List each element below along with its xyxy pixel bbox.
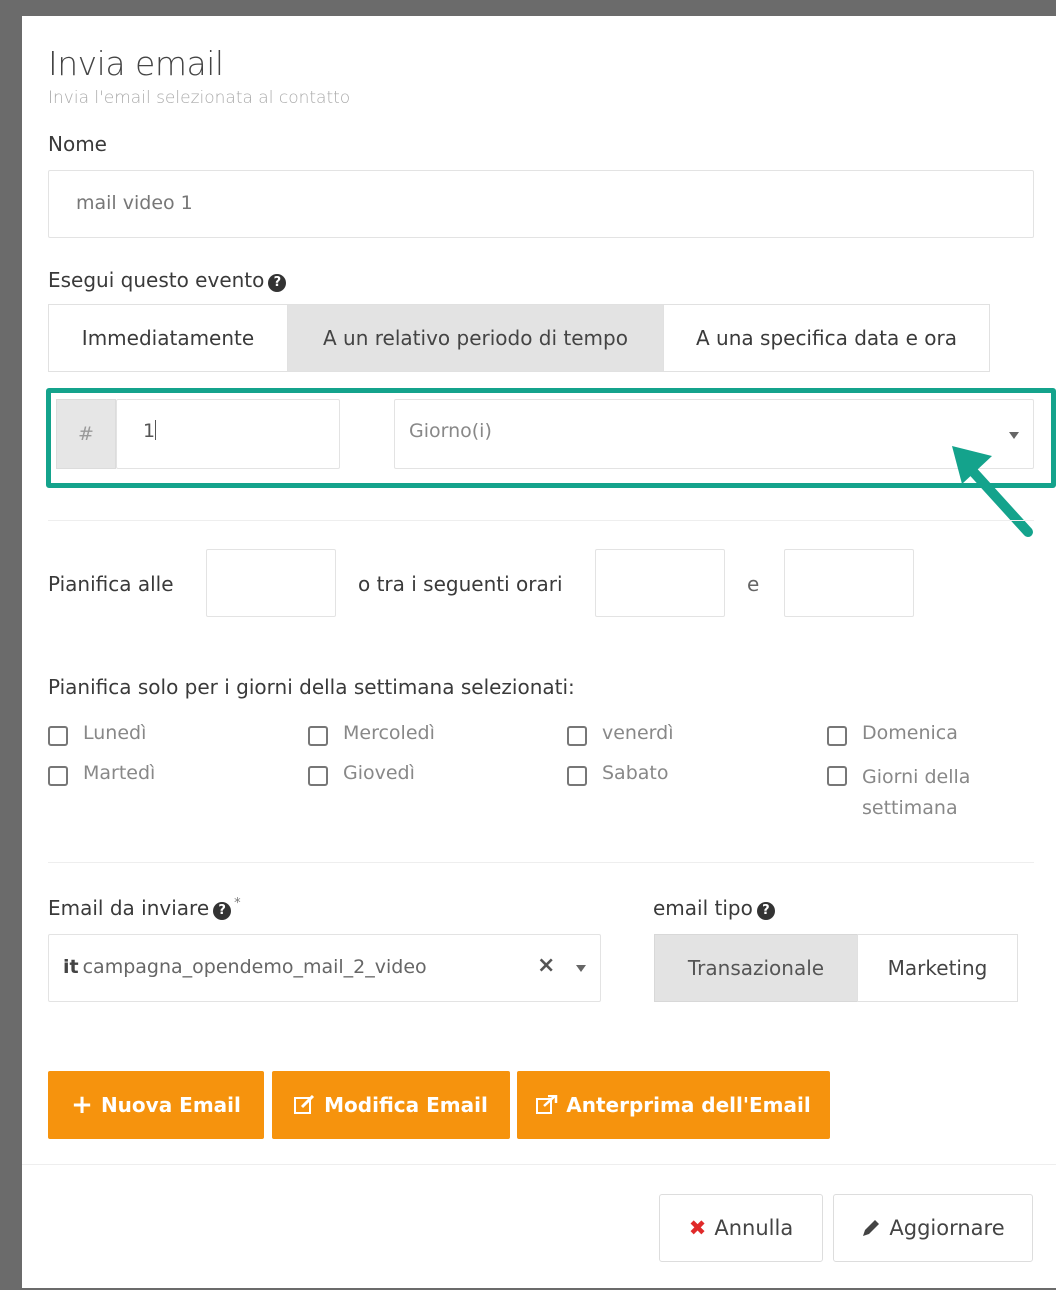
interval-number-input[interactable]: 1 (116, 399, 340, 469)
external-link-icon (536, 1095, 558, 1114)
trigger-label-text: Esegui questo evento (48, 268, 265, 292)
checkbox-mercoledi[interactable]: Mercoledì (308, 722, 435, 746)
help-icon[interactable]: ? (268, 274, 287, 292)
plus-icon: + (71, 1090, 93, 1120)
schedule-and-label: e (747, 572, 760, 596)
checkbox-label: Giovedì (343, 762, 415, 784)
required-mark: * (234, 896, 241, 911)
divider (48, 520, 1034, 521)
update-label: Aggiornare (889, 1216, 1005, 1240)
name-input[interactable]: mail video 1 (48, 170, 1034, 238)
checkbox-label: Mercoledì (343, 722, 435, 744)
email-to-send-label: Email da inviare? * (48, 896, 241, 920)
cancel-button[interactable]: ✖ Annulla (659, 1194, 823, 1262)
checkbox-label: Lunedì (83, 722, 147, 744)
help-icon[interactable]: ? (756, 902, 775, 920)
hash-addon-text: # (78, 423, 94, 445)
email-type-label-text: email tipo (653, 896, 753, 920)
tab-specific-date-label: A una specifica data e ora (696, 326, 957, 350)
schedule-start-time-input[interactable] (595, 549, 725, 617)
trigger-label: Esegui questo evento? (48, 268, 287, 292)
edit-email-button[interactable]: Modifica Email (272, 1071, 510, 1139)
checkbox-label: Giorni della settimana (862, 762, 970, 824)
email-select-value: campagna_opendemo_mail_2_video (82, 956, 427, 978)
divider (48, 862, 1034, 863)
new-email-label: Nuova Email (100, 1093, 241, 1117)
modal-title: Invia email (48, 44, 224, 83)
edit-icon (294, 1095, 315, 1114)
checkbox-martedi[interactable]: Martedì (48, 762, 155, 786)
close-icon: ✖ (688, 1216, 707, 1240)
email-type-marketing-label: Marketing (887, 956, 988, 980)
preview-email-button[interactable]: Anterprima dell'Email (517, 1071, 830, 1139)
checkbox-icon[interactable] (308, 766, 328, 786)
pencil-icon (863, 1220, 880, 1236)
schedule-end-time-input[interactable] (784, 549, 914, 617)
arrow-pointer-icon (952, 446, 1033, 537)
tab-specific-date[interactable]: A una specifica data e ora (663, 304, 990, 372)
checkbox-domenica[interactable]: Domenica (827, 722, 958, 746)
checkbox-lunedi[interactable]: Lunedì (48, 722, 146, 746)
weekdays-label: Pianifica solo per i giorni della settim… (48, 675, 575, 699)
email-type-label: email tipo? (653, 896, 775, 920)
email-lang-prefix: it (63, 956, 79, 978)
interval-unit-select[interactable]: Giorno(i) (394, 399, 1034, 469)
cancel-label: Annulla (714, 1216, 794, 1240)
checkbox-icon[interactable] (827, 726, 847, 746)
tab-relative-time[interactable]: A un relativo periodo di tempo (287, 304, 664, 372)
schedule-at-label: Pianifica alle (48, 572, 174, 596)
checkbox-label: venerdì (602, 722, 674, 744)
email-type-transactional[interactable]: Transazionale (654, 934, 858, 1002)
checkbox-label: Sabato (602, 762, 669, 784)
checkbox-venerdi[interactable]: venerdì (567, 722, 673, 746)
update-button[interactable]: Aggiornare (833, 1194, 1033, 1262)
edit-email-label: Modifica Email (324, 1093, 488, 1117)
checkbox-icon[interactable] (308, 726, 328, 746)
checkbox-icon[interactable] (567, 726, 587, 746)
checkbox-icon[interactable] (48, 726, 68, 746)
hash-addon: # (56, 399, 116, 469)
checkbox-icon[interactable] (48, 766, 68, 786)
schedule-between-label: o tra i seguenti orari (358, 572, 563, 596)
checkbox-icon[interactable] (827, 766, 847, 786)
tab-immediately[interactable]: Immediatamente (48, 304, 288, 372)
checkbox-icon[interactable] (567, 766, 587, 786)
schedule-time-input[interactable] (206, 549, 336, 617)
checkbox-label: Domenica (862, 722, 958, 744)
checkbox-label-line-1: Giorni della (862, 766, 971, 788)
name-label: Nome (48, 132, 107, 156)
send-email-modal: Invia email Invia l'email selezionata al… (22, 16, 1056, 1288)
text-cursor (155, 420, 157, 440)
interval-unit-value: Giorno(i) (409, 420, 492, 442)
preview-email-label: Anterprima dell'Email (566, 1093, 811, 1117)
footer-divider (22, 1164, 1056, 1165)
email-to-send-label-text: Email da inviare (48, 896, 210, 920)
new-email-button[interactable]: + Nuova Email (48, 1071, 264, 1139)
email-type-transactional-label: Transazionale (687, 956, 825, 980)
checkbox-label-line-2: settimana (862, 797, 958, 819)
email-select[interactable]: it campagna_opendemo_mail_2_video × (48, 934, 601, 1002)
tab-relative-time-label: A un relativo periodo di tempo (323, 326, 628, 350)
checkbox-weekdays[interactable]: Giorni della settimana (827, 762, 970, 824)
checkbox-giovedi[interactable]: Giovedì (308, 762, 415, 786)
chevron-down-icon[interactable] (576, 965, 586, 972)
clear-icon[interactable]: × (537, 954, 555, 978)
name-input-value: mail video 1 (76, 192, 193, 214)
checkbox-sabato[interactable]: Sabato (567, 762, 668, 786)
tab-immediately-label: Immediatamente (81, 326, 255, 350)
help-icon[interactable]: ? (213, 902, 232, 920)
interval-number-value: 1 (143, 420, 156, 442)
checkbox-label: Martedì (83, 762, 156, 784)
modal-subtitle: Invia l'email selezionata al contatto (48, 88, 351, 108)
email-type-marketing[interactable]: Marketing (857, 934, 1018, 1002)
